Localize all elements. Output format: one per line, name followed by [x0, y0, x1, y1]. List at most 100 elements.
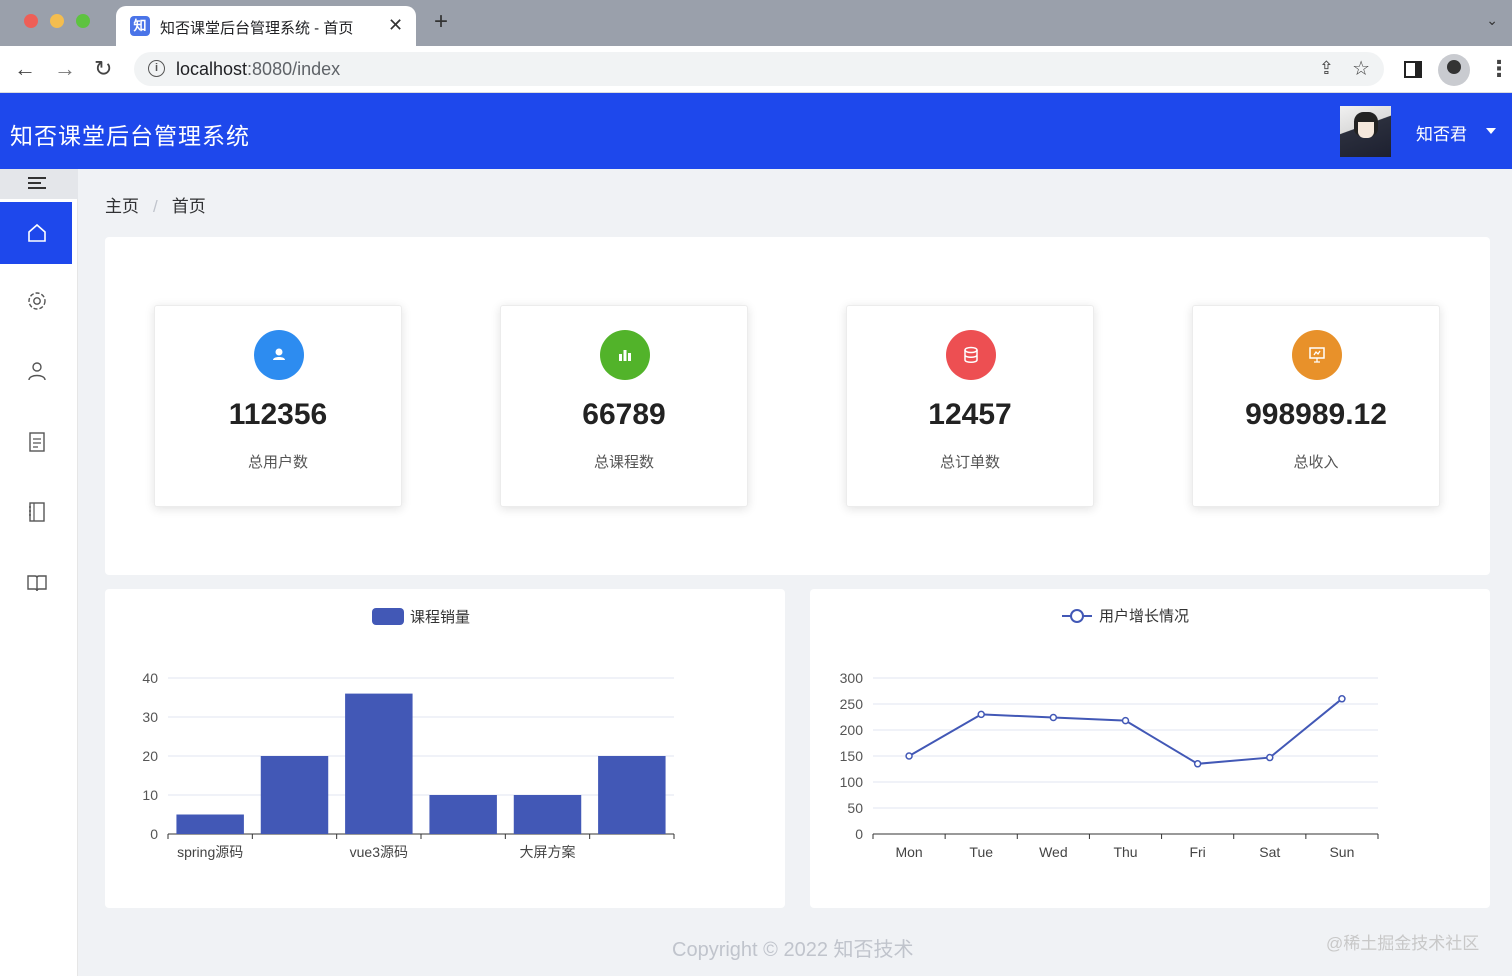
user-name[interactable]: 知否君 [1416, 120, 1467, 145]
y-tick-label: 100 [840, 774, 864, 790]
stat-value: 998989.12 [1245, 398, 1387, 431]
y-tick-label: 30 [142, 709, 158, 725]
share-icon[interactable]: ⇪ [1319, 58, 1334, 79]
minimize-window-button[interactable] [50, 14, 64, 28]
stat-value: 112356 [228, 398, 328, 431]
maximize-window-button[interactable] [76, 14, 90, 28]
y-tick-label: 10 [142, 787, 158, 803]
collapse-toggle[interactable] [0, 169, 78, 199]
bar [345, 693, 413, 834]
bar [598, 756, 666, 834]
app-title: 知否课堂后台管理系统 [10, 123, 250, 149]
sidebar-item-books[interactable] [0, 552, 72, 614]
bar [429, 795, 497, 834]
x-tick-label: vue3源码 [350, 844, 408, 860]
bar [260, 756, 329, 834]
data-point [905, 752, 913, 760]
side-panel-icon[interactable] [1404, 61, 1422, 78]
url-text: localhost:8080/index [176, 59, 341, 79]
x-tick-label: 大屏方案 [520, 844, 576, 860]
browser-tab-bar: 知 知否课堂后台管理系统 - 首页 ✕ + ⌄ [0, 0, 1512, 46]
stat-value: 66789 [582, 398, 666, 431]
bar-chart: 课程销量 0 10 20 30 40 spring源码 vue3源码 大屏方案 [142, 608, 675, 860]
sidebar-item-settings[interactable] [0, 270, 72, 332]
copyright-footer: Copyright © 2022 知否技术 [672, 939, 914, 961]
bookmark-star-icon[interactable]: ☆ [1352, 56, 1370, 81]
sidebar-item-notebook[interactable] [0, 481, 72, 543]
x-tick-label: Thu [1113, 844, 1137, 860]
y-tick-label: 250 [840, 696, 864, 712]
line-chart: 用户增长情况 0 50 100 150 200 250 300 Mon Tue Wed Thu Fri S… [840, 608, 1379, 860]
stat-value: 12457 [928, 398, 1012, 431]
data-point [1121, 716, 1130, 725]
back-arrow-icon[interactable]: ← [14, 56, 36, 82]
browser-menu-icon[interactable]: ⋮ [1488, 56, 1510, 82]
course-sales-chart-panel: 课程销量 0 10 20 30 40 spring源码 vue3源码 大屏方案 [105, 589, 785, 908]
close-window-button[interactable] [24, 14, 38, 28]
legend-label: 用户增长情况 [1099, 608, 1189, 625]
y-tick-label: 0 [150, 826, 158, 842]
x-tick-label: spring源码 [177, 844, 243, 860]
stat-card-revenue: 998989.12 总收入 [1192, 305, 1440, 507]
x-tick-label: Wed [1039, 844, 1068, 860]
y-tick-label: 0 [855, 826, 863, 842]
sidebar-item-home[interactable] [0, 202, 72, 264]
data-point [1266, 753, 1274, 762]
x-tick-label: Mon [895, 844, 922, 860]
forward-arrow-icon[interactable]: → [54, 56, 76, 82]
breadcrumb: 主页 / 首页 [105, 192, 206, 217]
sidebar-item-users[interactable] [0, 340, 72, 402]
avatar[interactable] [1340, 106, 1391, 157]
notebook-icon [29, 502, 45, 522]
x-tick-label: Fri [1189, 844, 1205, 860]
legend-swatch [372, 608, 404, 625]
watermark: @稀土掘金技术社区 [1326, 934, 1480, 953]
sidebar-item-documents[interactable] [0, 411, 72, 473]
user-icon [28, 362, 46, 381]
breadcrumb-current: 首页 [171, 197, 206, 216]
stat-card-users: 112356 总用户数 [154, 305, 402, 507]
y-tick-label: 20 [142, 748, 158, 764]
menu-fold-icon [28, 177, 46, 191]
stat-label: 总订单数 [939, 454, 1000, 471]
sidebar [0, 169, 78, 976]
breadcrumb-home[interactable]: 主页 [105, 197, 139, 216]
stat-icon-circle [254, 330, 304, 380]
stat-label: 总用户数 [247, 454, 308, 471]
user-icon [273, 348, 285, 360]
bar [176, 814, 244, 834]
data-point [1049, 713, 1058, 722]
tab-search-chevron-icon[interactable]: ⌄ [1486, 12, 1498, 29]
caret-down-icon[interactable] [1486, 128, 1496, 134]
data-point [1338, 695, 1346, 703]
stat-icon-circle [600, 330, 650, 380]
browser-tab[interactable]: 知 知否课堂后台管理系统 - 首页 ✕ [116, 6, 416, 46]
reload-icon[interactable]: ↻ [94, 56, 112, 82]
x-tick-label: Tue [969, 844, 993, 860]
home-icon [28, 223, 46, 242]
stats-panel: 112356 总用户数 66789 总课程数 12457 总订单数 998989… [105, 237, 1490, 575]
close-tab-icon[interactable]: ✕ [388, 15, 403, 36]
stat-label: 总课程数 [593, 454, 654, 471]
database-icon [964, 346, 978, 363]
data-point [1193, 760, 1202, 768]
y-tick-label: 150 [840, 748, 864, 764]
y-tick-label: 50 [847, 800, 863, 816]
y-tick-label: 40 [142, 670, 158, 686]
series-line [908, 698, 1343, 765]
stat-icon-circle [946, 330, 996, 380]
stat-card-courses: 66789 总课程数 [500, 305, 748, 507]
legend-marker [1070, 609, 1084, 623]
address-toolbar: ← → ↻ i localhost:8080/index ⇪ ☆ ⋮ [0, 46, 1512, 93]
site-info-icon[interactable]: i [148, 60, 165, 77]
bar-chart-icon [619, 350, 631, 361]
bar [513, 795, 582, 834]
profile-avatar-icon[interactable] [1438, 54, 1470, 86]
gear-icon [28, 292, 46, 310]
presentation-icon [1309, 347, 1325, 363]
document-icon [29, 432, 45, 452]
tab-title: 知否课堂后台管理系统 - 首页 [160, 20, 354, 37]
url-field[interactable]: i localhost:8080/index ⇪ ☆ [134, 52, 1384, 86]
new-tab-icon[interactable]: + [434, 10, 448, 34]
stat-label: 总收入 [1293, 454, 1339, 471]
